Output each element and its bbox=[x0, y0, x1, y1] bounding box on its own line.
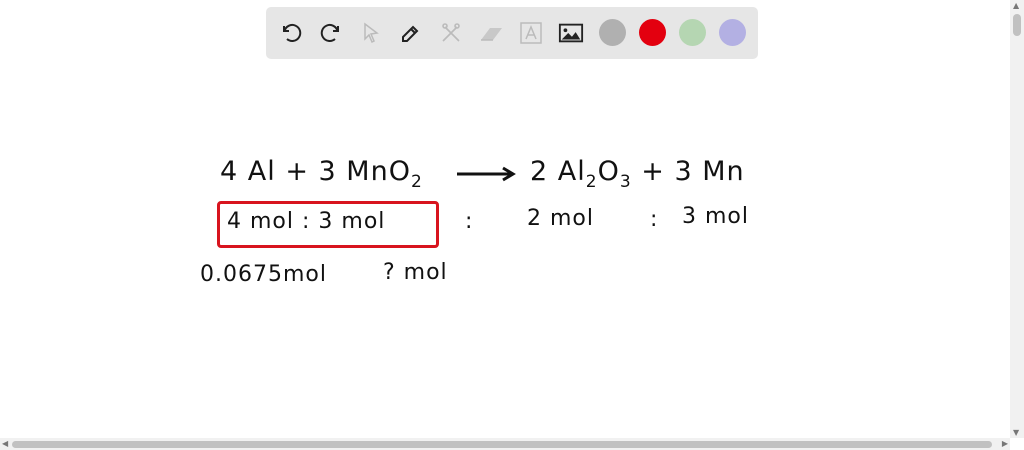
equation-reactants: 4 Al + 3 MnO2 bbox=[220, 156, 423, 192]
ratio-boxed: 4 mol : 3 mol bbox=[227, 209, 386, 234]
equation-products: 2 Al2O3 + 3 Mn bbox=[530, 156, 745, 192]
horizontal-scrollbar[interactable]: ◀ ▶ bbox=[0, 438, 1010, 450]
unknown-mno2-moles: ? mol bbox=[383, 260, 448, 285]
select-arrow-icon[interactable] bbox=[358, 20, 384, 46]
ratio-colon: : bbox=[650, 207, 659, 232]
tools-icon[interactable] bbox=[438, 20, 464, 46]
color-purple[interactable] bbox=[719, 19, 746, 46]
given-al-moles: 0.0675mol bbox=[200, 262, 327, 287]
color-green[interactable] bbox=[679, 19, 706, 46]
color-gray[interactable] bbox=[599, 19, 626, 46]
vertical-scroll-thumb[interactable] bbox=[1013, 14, 1021, 36]
redo-icon[interactable] bbox=[318, 20, 344, 46]
color-red[interactable] bbox=[639, 19, 666, 46]
ratio-colon: : bbox=[465, 209, 474, 234]
undo-icon[interactable] bbox=[278, 20, 304, 46]
text-icon[interactable] bbox=[518, 20, 544, 46]
pen-icon[interactable] bbox=[398, 20, 424, 46]
drawing-toolbar bbox=[266, 7, 758, 59]
image-icon[interactable] bbox=[558, 20, 584, 46]
ratio-al2o3: 2 mol bbox=[527, 206, 594, 231]
eraser-icon[interactable] bbox=[478, 20, 504, 46]
vertical-scrollbar[interactable]: ▲ ▼ bbox=[1010, 0, 1024, 438]
ratio-mn: 3 mol bbox=[682, 204, 749, 229]
horizontal-scroll-thumb[interactable] bbox=[12, 441, 992, 448]
reaction-arrow-icon bbox=[457, 166, 516, 182]
